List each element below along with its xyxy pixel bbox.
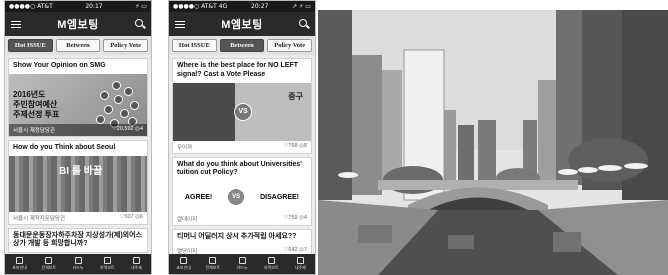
vs-badge: VS — [228, 189, 245, 205]
vote-card-tuition[interactable]: What do you think about Universities' tu… — [172, 156, 312, 226]
battery-label: ⚡ ▭ — [135, 3, 147, 10]
phone-screen-between: ●●●●○ AT&T 4G 20:27 ↗ ⚡ ▭ M엠보팅 Hot ISSUE… — [168, 0, 316, 275]
nav-item-all[interactable]: 전체보트 — [198, 254, 227, 274]
card-image: BI 를 바꿀 — [9, 155, 147, 212]
grid-icon — [45, 257, 53, 264]
time-label: 20:17 — [85, 3, 103, 10]
card-title: How do you Think about Seoul — [13, 143, 116, 151]
plus-icon — [180, 257, 188, 264]
card-title: 티머니 어딜러지 상시 추가적립 아세요?? — [177, 233, 297, 240]
vs-badge: VS — [234, 102, 252, 121]
card-meta: 열대이지 ♡759 ◎4 — [177, 215, 307, 223]
search-icon[interactable] — [299, 19, 309, 29]
time-label: 20:27 — [251, 3, 269, 10]
vote-card-left-signal[interactable]: Where is the best place for NO LEFT sign… — [172, 58, 312, 154]
tab-hot-issue[interactable]: Hot ISSUE — [172, 39, 217, 52]
card-image: VS 중구 — [173, 82, 311, 141]
tab-bar: Hot ISSUE Between Policy Vote — [5, 36, 151, 55]
card-title: 동대문운동장자하주차장 지상성가(제)외어스 상가 개발 등 희망합니까? — [13, 231, 142, 248]
agree-disagree-row: AGREE! VS DISAGREE! — [173, 181, 311, 213]
agree-button[interactable]: AGREE! — [185, 194, 212, 201]
phone-screen-hot-issue: ●●●●○ AT&T 20:17 ⚡ ▭ M엠보팅 Hot ISSUE Betw… — [4, 0, 152, 275]
nav-item-all[interactable]: 전체보트 — [34, 254, 63, 274]
tab-hot-issue[interactable]: Hot ISSUE — [8, 39, 53, 52]
vote-card-smg[interactable]: Show Your Opinion on SMG 2016년도 주민참여예산 주… — [8, 58, 148, 137]
status-bar: ●●●●○ AT&T 20:17 ⚡ ▭ — [5, 1, 151, 12]
nav-item-cardnews[interactable]: 카드뉴 — [63, 254, 92, 274]
app-bar: M엠보팅 — [5, 12, 151, 36]
image-label: 중구 — [288, 91, 303, 101]
app-logo: M엠보팅 — [221, 19, 263, 31]
card-icon — [74, 257, 82, 264]
user-icon — [132, 257, 140, 264]
tab-policy-vote[interactable]: Policy Vote — [267, 39, 313, 52]
city-stream-photo — [318, 10, 668, 275]
nav-item-mine[interactable]: 내주제 — [286, 254, 315, 274]
city-stream-illustration — [318, 10, 668, 275]
app-logo: M엠보팅 — [57, 19, 99, 31]
nav-item-local[interactable]: 지역보트 — [257, 254, 286, 274]
map-icon — [103, 257, 111, 264]
card-meta: 서울시 제작자문담당관 ♡507 ◎6 — [13, 213, 143, 222]
vote-card-dongdaemun[interactable]: 동대문운동장자하주차장 지상성가(제)외어스 상가 개발 등 희망합니까? — [8, 227, 148, 253]
carrier-label: ●●●●○ AT&T 4G — [173, 3, 228, 10]
card-title: What do you think about Universities' tu… — [177, 160, 302, 177]
plus-icon — [16, 257, 24, 264]
carrier-label: ●●●●○ AT&T — [9, 3, 53, 10]
search-icon[interactable] — [135, 19, 145, 29]
tab-bar: Hot ISSUE Between Policy Vote — [169, 36, 315, 55]
user-icon — [296, 257, 304, 264]
menu-icon[interactable] — [175, 19, 185, 29]
tab-between[interactable]: Between — [219, 39, 265, 52]
card-image: 2016년도 주민참여예산 주제선정 투표 서울시 재정담당관 ♡20,592 … — [9, 73, 147, 136]
card-title: Show Your Opinion on SMG — [13, 62, 106, 69]
card-caption: 서울시 재정담당관 ♡20,592 ◎4 — [9, 123, 147, 136]
nav-item-mine[interactable]: 내주제 — [122, 254, 151, 274]
bottom-nav: 초보안내 전체보트 카드뉴 지역보트 내주제 — [169, 254, 315, 274]
nav-item-guide[interactable]: 초보안내 — [169, 254, 198, 274]
tab-between[interactable]: Between — [55, 39, 101, 52]
map-icon — [267, 257, 275, 264]
grid-icon — [209, 257, 217, 264]
app-bar: M엠보팅 — [169, 12, 315, 36]
nav-item-local[interactable]: 지역보트 — [93, 254, 122, 274]
promo-text: 2016년도 주민참여예산 주제선정 투표 — [13, 89, 60, 119]
card-meta: 무이까 ♡768 ◎8 — [177, 142, 307, 151]
status-bar: ●●●●○ AT&T 4G 20:27 ↗ ⚡ ▭ — [169, 1, 315, 12]
nav-item-cardnews[interactable]: 카드뉴 — [227, 254, 256, 274]
bottom-nav: 초보안내 전체보트 카드뉴 지역보트 내주제 — [5, 254, 151, 274]
menu-icon[interactable] — [11, 19, 21, 29]
vote-card-seoul[interactable]: How do you Think about Seoul BI 를 바꿀 서울시… — [8, 139, 148, 225]
nav-item-guide[interactable]: 초보안내 — [5, 254, 34, 274]
card-title: Where is the best place for NO LEFT sign… — [177, 62, 298, 78]
card-icon — [238, 257, 246, 264]
tab-policy-vote[interactable]: Policy Vote — [103, 39, 149, 52]
disagree-button[interactable]: DISAGREE! — [260, 194, 299, 201]
battery-label: ↗ ⚡ ▭ — [292, 3, 311, 10]
